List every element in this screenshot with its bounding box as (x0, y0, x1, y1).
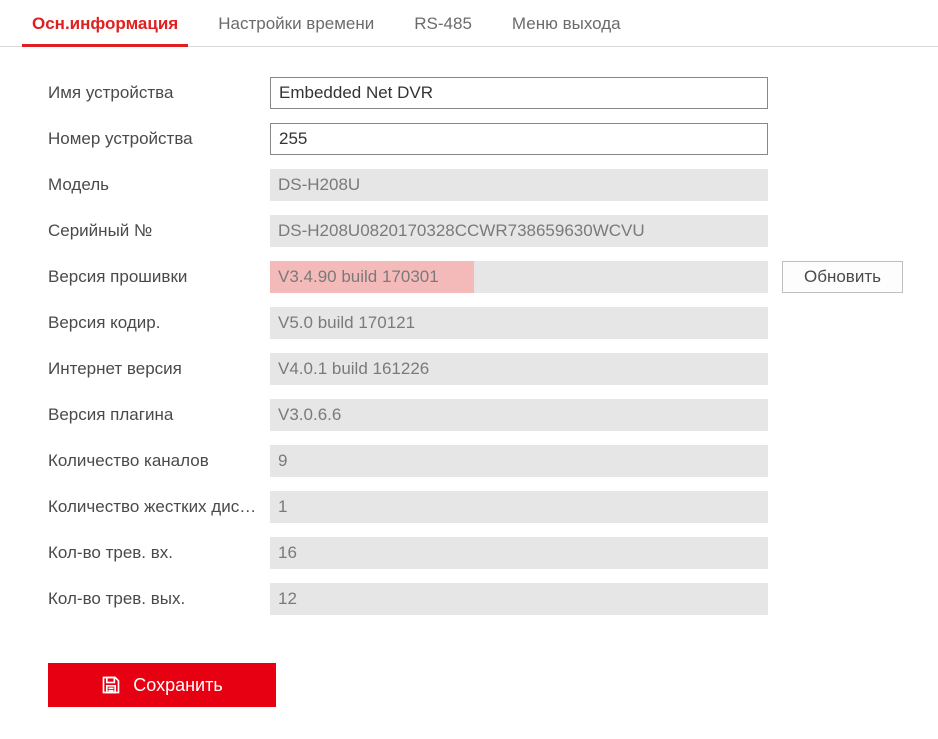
value-encoding: V5.0 build 170121 (270, 307, 768, 339)
label-firmware: Версия прошивки (48, 267, 270, 287)
label-internet: Интернет версия (48, 359, 270, 379)
label-encoding: Версия кодир. (48, 313, 270, 333)
row-model: Модель DS-H208U (48, 169, 938, 201)
save-button-label: Сохранить (133, 675, 222, 696)
form-area: Имя устройства Номер устройства Модель D… (0, 47, 938, 707)
row-alarm-out: Кол-во трев. вых. 12 (48, 583, 938, 615)
value-internet: V4.0.1 build 161226 (270, 353, 768, 385)
save-button[interactable]: Сохранить (48, 663, 276, 707)
row-encoding: Версия кодир. V5.0 build 170121 (48, 307, 938, 339)
row-hdds: Количество жестких дис… 1 (48, 491, 938, 523)
label-plugin: Версия плагина (48, 405, 270, 425)
value-serial: DS-H208U0820170328CCWR738659630WCVU (270, 215, 768, 247)
value-plugin: V3.0.6.6 (270, 399, 768, 431)
row-firmware: Версия прошивки V3.4.90 build 170301 Обн… (48, 261, 938, 293)
row-serial: Серийный № DS-H208U0820170328CCWR7386596… (48, 215, 938, 247)
label-device-name: Имя устройства (48, 83, 270, 103)
label-alarm-out: Кол-во трев. вых. (48, 589, 270, 609)
label-device-number: Номер устройства (48, 129, 270, 149)
value-channels: 9 (270, 445, 768, 477)
row-device-number: Номер устройства (48, 123, 938, 155)
value-hdds: 1 (270, 491, 768, 523)
label-model: Модель (48, 175, 270, 195)
value-alarm-in: 16 (270, 537, 768, 569)
tab-exit-menu[interactable]: Меню выхода (492, 0, 641, 46)
value-model: DS-H208U (270, 169, 768, 201)
save-row: Сохранить (48, 663, 938, 707)
row-device-name: Имя устройства (48, 77, 938, 109)
row-plugin: Версия плагина V3.0.6.6 (48, 399, 938, 431)
value-alarm-out: 12 (270, 583, 768, 615)
tab-basic-info[interactable]: Осн.информация (12, 0, 198, 46)
input-device-number[interactable] (270, 123, 768, 155)
label-alarm-in: Кол-во трев. вх. (48, 543, 270, 563)
tab-rs485[interactable]: RS-485 (394, 0, 492, 46)
value-firmware: V3.4.90 build 170301 (270, 261, 768, 293)
row-internet: Интернет версия V4.0.1 build 161226 (48, 353, 938, 385)
update-button[interactable]: Обновить (782, 261, 903, 293)
tab-time-settings[interactable]: Настройки времени (198, 0, 394, 46)
tab-bar: Осн.информация Настройки времени RS-485 … (0, 0, 938, 47)
input-device-name[interactable] (270, 77, 768, 109)
label-hdds: Количество жестких дис… (48, 497, 270, 517)
save-icon (101, 675, 121, 695)
row-channels: Количество каналов 9 (48, 445, 938, 477)
row-alarm-in: Кол-во трев. вх. 16 (48, 537, 938, 569)
label-channels: Количество каналов (48, 451, 270, 471)
label-serial: Серийный № (48, 221, 270, 241)
